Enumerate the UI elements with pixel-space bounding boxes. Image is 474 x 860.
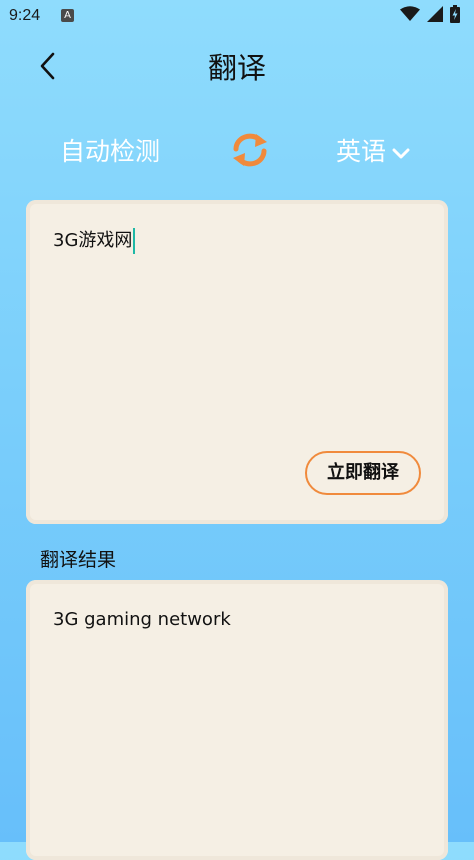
wifi-icon xyxy=(400,6,420,26)
cell-signal-icon xyxy=(427,6,443,26)
translate-now-button[interactable]: 立即翻译 xyxy=(305,451,421,495)
battery-charging-icon xyxy=(450,5,460,27)
status-icons xyxy=(400,5,460,27)
status-bar: 9:24 A xyxy=(0,0,474,34)
target-language-label: 英语 xyxy=(336,137,387,166)
app-header: 翻译 xyxy=(0,40,474,96)
text-cursor xyxy=(133,228,136,254)
page-title: 翻译 xyxy=(207,51,266,85)
result-label: 翻译结果 xyxy=(40,549,117,571)
result-card: 3G gaming network xyxy=(26,580,448,860)
target-language-selector[interactable]: 英语 xyxy=(336,134,410,170)
source-text-input[interactable]: 3G游戏网 xyxy=(53,228,136,254)
chevron-left-icon xyxy=(38,51,58,85)
back-button[interactable] xyxy=(30,50,66,86)
status-time: 9:24 xyxy=(9,7,41,24)
source-text-value: 3G游戏网 xyxy=(53,230,133,251)
chevron-down-icon xyxy=(392,134,410,170)
swap-refresh-icon xyxy=(230,132,270,172)
result-text: 3G gaming network xyxy=(53,609,231,630)
notification-app-icon: A xyxy=(61,9,74,22)
source-text-card: 3G游戏网 立即翻译 xyxy=(26,200,448,524)
swap-languages-button[interactable] xyxy=(228,132,272,172)
source-language-selector[interactable]: 自动检测 xyxy=(60,134,160,170)
language-bar: 自动检测 英语 xyxy=(0,124,474,180)
